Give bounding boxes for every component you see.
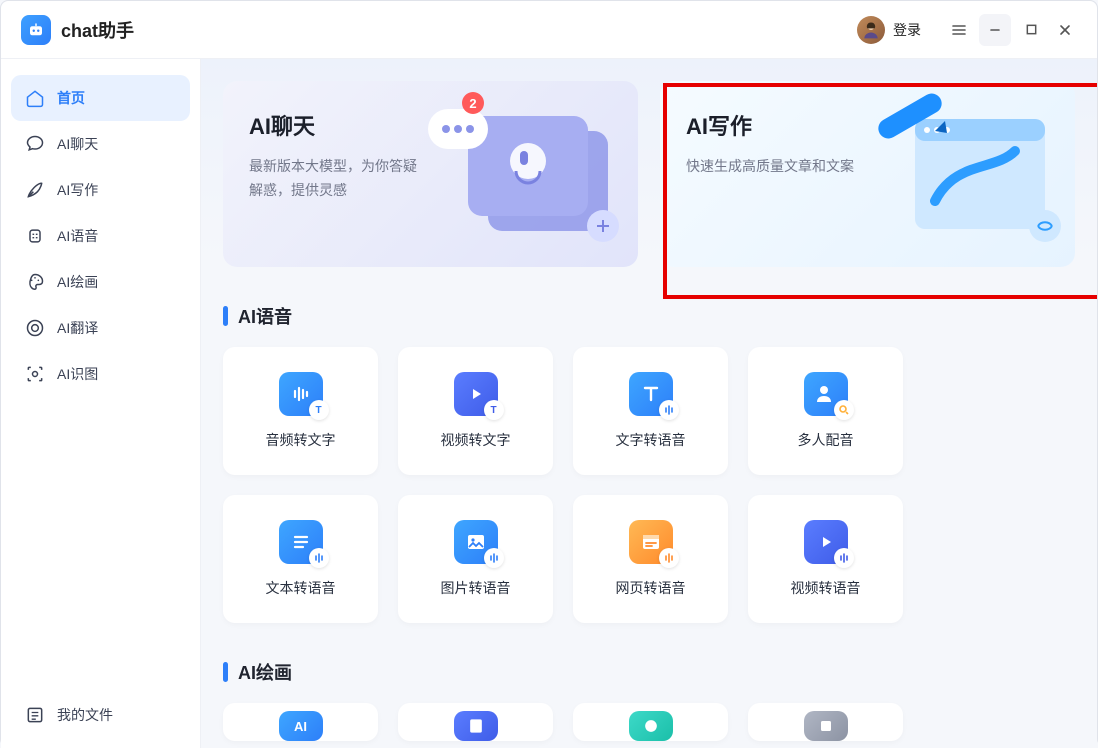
- tile-video-to-text[interactable]: T 视频转文字: [398, 347, 553, 475]
- tile-image-to-voice[interactable]: 图片转语音: [398, 495, 553, 623]
- tile-paint-item[interactable]: [748, 703, 903, 741]
- sidebar-item-vision[interactable]: AI识图: [11, 351, 190, 397]
- hero-title: AI聊天: [249, 109, 612, 141]
- sidebar-item-label: AI语音: [57, 226, 98, 246]
- tile-webpage-to-voice[interactable]: 网页转语音: [573, 495, 728, 623]
- image-icon: [454, 520, 498, 564]
- app-title: chat助手: [61, 17, 134, 43]
- text-t-icon: [629, 372, 673, 416]
- tile-text-to-speech[interactable]: 文本转语音: [223, 495, 378, 623]
- tile-paint-item[interactable]: [398, 703, 553, 741]
- hero-card-write[interactable]: AI写作 快速生成高质量文章和文案: [660, 81, 1075, 267]
- sidebar-item-label: AI写作: [57, 180, 98, 200]
- tile-text-to-voice[interactable]: 文字转语音: [573, 347, 728, 475]
- tile-label: 文本转语音: [266, 578, 336, 598]
- hero-desc: 快速生成高质量文章和文案: [686, 155, 866, 179]
- sidebar-item-label: 我的文件: [57, 705, 113, 725]
- tile-label: 音频转文字: [266, 430, 336, 450]
- hero-desc: 最新版本大模型，为你答疑解惑，提供灵感: [249, 155, 429, 203]
- sidebar-item-label: 首页: [57, 88, 85, 108]
- sidebar-item-label: AI识图: [57, 364, 98, 384]
- section-bar-icon: [223, 662, 228, 682]
- tile-label: 多人配音: [798, 430, 854, 450]
- hero-card-chat[interactable]: AI聊天 最新版本大模型，为你答疑解惑，提供灵感 2: [223, 81, 638, 267]
- window-close-icon[interactable]: [1051, 16, 1079, 44]
- video-play-icon: T: [454, 372, 498, 416]
- window-maximize-icon[interactable]: [1017, 16, 1045, 44]
- tile-label: 网页转语音: [616, 578, 686, 598]
- sidebar-item-label: AI绘画: [57, 272, 98, 292]
- person-icon: [804, 372, 848, 416]
- video-play-icon: [804, 520, 848, 564]
- avatar[interactable]: [857, 16, 885, 44]
- paint-grey-icon: [804, 711, 848, 741]
- tile-label: 图片转语音: [441, 578, 511, 598]
- document-lines-icon: [279, 520, 323, 564]
- paint-style-icon: [629, 711, 673, 741]
- sidebar-item-translate[interactable]: AI翻译: [11, 305, 190, 351]
- tile-label: 视频转语音: [791, 578, 861, 598]
- tile-label: 视频转文字: [441, 430, 511, 450]
- titlebar: chat助手 登录: [1, 1, 1097, 59]
- tile-paint-item[interactable]: [573, 703, 728, 741]
- audio-wave-icon: T: [279, 372, 323, 416]
- tile-label: 文字转语音: [616, 430, 686, 450]
- section-bar-icon: [223, 306, 228, 326]
- paint-ai-icon: AI: [279, 711, 323, 741]
- main-content: AI聊天 最新版本大模型，为你答疑解惑，提供灵感 2: [201, 59, 1097, 748]
- sidebar-item-paint[interactable]: AI绘画: [11, 259, 190, 305]
- tile-paint-item[interactable]: AI: [223, 703, 378, 741]
- hero-title: AI写作: [686, 109, 1049, 141]
- section-title: AI绘画: [238, 659, 292, 685]
- tile-multi-voice[interactable]: 多人配音: [748, 347, 903, 475]
- tile-video-to-voice[interactable]: 视频转语音: [748, 495, 903, 623]
- sidebar-item-voice[interactable]: AI语音: [11, 213, 190, 259]
- sidebar-item-label: AI聊天: [57, 134, 98, 154]
- login-button[interactable]: 登录: [893, 20, 921, 40]
- window-minimize-icon[interactable]: [981, 16, 1009, 44]
- sidebar-item-label: AI翻译: [57, 318, 98, 338]
- section-title: AI语音: [238, 303, 292, 329]
- hamburger-menu-icon[interactable]: [945, 16, 973, 44]
- tile-audio-to-text[interactable]: T 音频转文字: [223, 347, 378, 475]
- sidebar-item-chat[interactable]: AI聊天: [11, 121, 190, 167]
- webpage-icon: [629, 520, 673, 564]
- sidebar-item-my-files[interactable]: 我的文件: [11, 692, 190, 738]
- paint-doc-icon: [454, 711, 498, 741]
- sidebar-item-home[interactable]: 首页: [11, 75, 190, 121]
- sidebar-item-write[interactable]: AI写作: [11, 167, 190, 213]
- app-logo-icon: [21, 15, 51, 45]
- sidebar: 首页 AI聊天 AI写作 AI语音 AI绘画 AI翻译 AI识图 我: [1, 59, 201, 748]
